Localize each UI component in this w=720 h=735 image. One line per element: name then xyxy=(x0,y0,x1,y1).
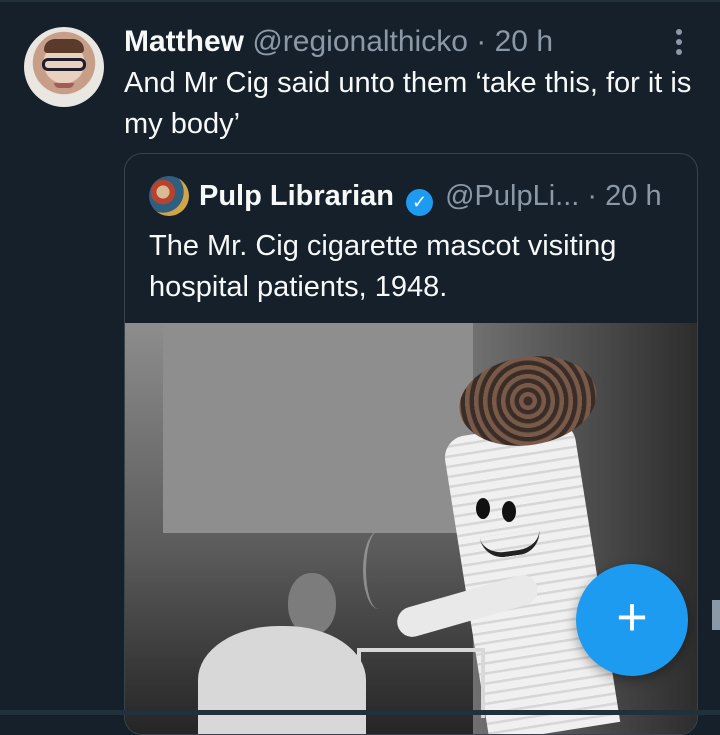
quoted-author-avatar[interactable] xyxy=(149,176,189,216)
photo-patient-body xyxy=(198,626,366,734)
more-dot-bottom xyxy=(676,49,682,55)
top-divider xyxy=(0,0,720,2)
author-handle[interactable]: @regionalthicko xyxy=(252,25,468,58)
photo-mascot-left-eye xyxy=(476,498,490,519)
header-separator: · xyxy=(476,25,487,58)
avatar-mouth xyxy=(54,83,74,88)
avatar-glasses xyxy=(42,58,86,71)
quoted-tweet-header: Pulp Librarian ✓ @PulpLi... · 20 h xyxy=(199,178,662,216)
more-options-icon[interactable] xyxy=(669,29,689,59)
author-avatar[interactable] xyxy=(24,27,104,107)
quoted-author-handle[interactable]: @PulpLi... xyxy=(445,180,579,212)
quoted-tweet-time[interactable]: 20 h xyxy=(605,180,661,212)
verified-badge-icon: ✓ xyxy=(406,189,434,216)
more-dot-middle xyxy=(676,39,682,45)
photo-smoke xyxy=(363,531,394,609)
quoted-tweet-text: The Mr. Cig cigarette mascot visiting ho… xyxy=(149,230,617,303)
photo-wall-panel xyxy=(163,323,478,533)
avatar-hair xyxy=(44,39,84,53)
photo-hospital-bed xyxy=(357,648,485,718)
photo-mascot-right-eye xyxy=(502,501,516,522)
tweet-header: Matthew @regionalthicko · 20 h xyxy=(124,24,553,60)
more-dot-top xyxy=(676,29,682,35)
compose-post-button[interactable]: + xyxy=(576,564,688,676)
scrollbar[interactable] xyxy=(712,600,720,630)
tweet-time[interactable]: 20 h xyxy=(495,25,553,58)
author-name[interactable]: Matthew xyxy=(124,25,244,58)
tweet-text: And Mr Cig said unto them ‘take this, fo… xyxy=(124,67,692,140)
bottom-divider xyxy=(0,710,720,715)
quoted-header-separator: · xyxy=(587,180,598,212)
quoted-author-name[interactable]: Pulp Librarian xyxy=(199,180,394,212)
